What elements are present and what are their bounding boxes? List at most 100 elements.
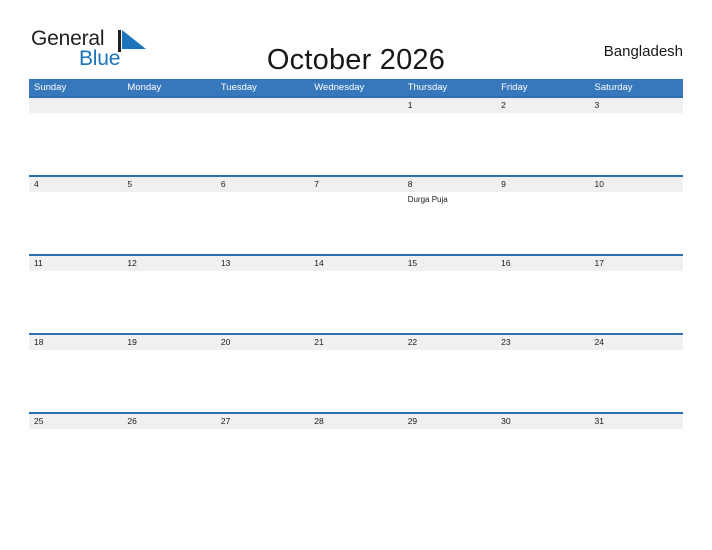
- day-number: 9: [501, 179, 506, 189]
- day-events: [496, 271, 589, 273]
- day-cell[interactable]: 4: [29, 177, 123, 254]
- week-row: 18 19 20 21 22 23 24: [29, 333, 683, 412]
- day-cell[interactable]: 13: [215, 256, 310, 333]
- day-cell[interactable]: 15: [402, 256, 497, 333]
- day-band: [122, 98, 216, 113]
- day-band: 17: [589, 256, 683, 271]
- day-cell[interactable]: 29: [402, 414, 497, 491]
- day-cell[interactable]: 17: [589, 256, 683, 333]
- day-cell[interactable]: [215, 98, 310, 175]
- day-events: [496, 350, 589, 352]
- day-band: 2: [496, 98, 590, 113]
- weekday-header-wednesday: Wednesday: [314, 82, 365, 93]
- day-band: 11: [29, 256, 123, 271]
- day-number: 14: [314, 258, 324, 268]
- day-cell[interactable]: 22: [402, 335, 497, 412]
- day-number: 29: [407, 416, 418, 426]
- day-band: 27: [215, 414, 310, 429]
- day-band: 29: [402, 414, 497, 429]
- day-band: 4: [29, 177, 123, 192]
- day-band: 8: [402, 177, 497, 192]
- day-band: 10: [589, 177, 683, 192]
- day-number: 31: [594, 416, 604, 426]
- day-band: 5: [122, 177, 216, 192]
- weekday-header-tuesday: Tuesday: [220, 82, 257, 93]
- day-cell[interactable]: 24: [589, 335, 683, 412]
- day-cell[interactable]: 5: [122, 177, 216, 254]
- day-cell[interactable]: 14: [309, 256, 403, 333]
- weekday-header-saturday: Saturday: [594, 82, 633, 93]
- day-band: 3: [589, 98, 683, 113]
- day-number: 23: [501, 337, 511, 347]
- day-cell[interactable]: 1: [402, 98, 497, 175]
- day-events: [309, 350, 402, 352]
- day-number: 1: [407, 100, 413, 110]
- day-number: 2: [501, 100, 506, 110]
- day-number: 21: [314, 337, 324, 347]
- day-cell[interactable]: 25: [29, 414, 123, 491]
- day-events: [496, 113, 589, 115]
- day-number: 24: [594, 337, 604, 347]
- day-band: 20: [215, 335, 310, 350]
- day-events: [216, 113, 309, 115]
- day-cell[interactable]: 18: [29, 335, 123, 412]
- day-band: 1: [402, 98, 497, 113]
- day-number: 5: [127, 179, 133, 189]
- day-events: [309, 192, 402, 194]
- day-events: [590, 113, 683, 115]
- day-number: 30: [501, 416, 511, 426]
- day-band: 25: [29, 414, 123, 429]
- day-events: [403, 271, 496, 273]
- day-number: 18: [34, 337, 44, 347]
- day-cell[interactable]: 11: [29, 256, 123, 333]
- day-band: 15: [402, 256, 497, 271]
- day-cell[interactable]: 31: [589, 414, 683, 491]
- day-cell[interactable]: 20: [215, 335, 310, 412]
- day-band: 23: [496, 335, 590, 350]
- day-events: [403, 429, 496, 431]
- day-cell[interactable]: 26: [122, 414, 216, 491]
- week-row: 4 5 6 7 8 Durga Puja 9 10: [29, 175, 683, 254]
- day-band: 14: [309, 256, 403, 271]
- day-events: [122, 271, 215, 273]
- calendar-grid: Sunday Monday Tuesday Wednesday Thursday…: [29, 79, 683, 491]
- day-number: 12: [127, 258, 137, 268]
- day-cell[interactable]: 28: [309, 414, 403, 491]
- day-cell[interactable]: 27: [215, 414, 310, 491]
- day-cell[interactable]: [309, 98, 403, 175]
- day-events: [496, 192, 589, 194]
- day-events: [403, 350, 496, 352]
- day-cell[interactable]: 10: [589, 177, 683, 254]
- day-cell[interactable]: 30: [496, 414, 590, 491]
- day-band: 28: [309, 414, 403, 429]
- day-cell[interactable]: 7: [309, 177, 403, 254]
- day-cell[interactable]: 2: [496, 98, 590, 175]
- day-cell[interactable]: 8 Durga Puja: [402, 177, 497, 254]
- day-cell[interactable]: [29, 98, 123, 175]
- week-row: 1 2 3: [29, 96, 683, 175]
- day-number: 13: [220, 258, 231, 268]
- day-cell[interactable]: 12: [122, 256, 216, 333]
- day-events: [309, 429, 402, 431]
- day-band: 24: [589, 335, 683, 350]
- day-cell[interactable]: 23: [496, 335, 590, 412]
- day-number: 6: [220, 179, 226, 189]
- weekday-header-monday: Monday: [127, 82, 162, 93]
- day-band: 21: [309, 335, 403, 350]
- day-events: [29, 429, 122, 431]
- day-events: [122, 113, 215, 115]
- day-band: 22: [402, 335, 497, 350]
- day-events: [122, 192, 215, 194]
- day-cell[interactable]: 3: [589, 98, 683, 175]
- day-cell[interactable]: 19: [122, 335, 216, 412]
- day-cell[interactable]: 6: [215, 177, 310, 254]
- day-band: [309, 98, 403, 113]
- day-cell[interactable]: 16: [496, 256, 590, 333]
- day-cell[interactable]: [122, 98, 216, 175]
- day-events: [29, 192, 122, 194]
- day-number: 10: [594, 179, 604, 189]
- day-cell[interactable]: 21: [309, 335, 403, 412]
- weekday-header-sunday: Sunday: [34, 82, 67, 93]
- day-band: 7: [309, 177, 403, 192]
- day-cell[interactable]: 9: [496, 177, 590, 254]
